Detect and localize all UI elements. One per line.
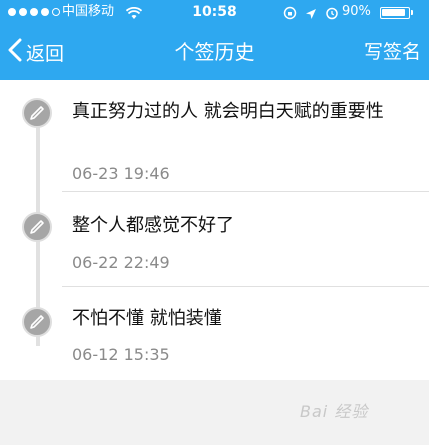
signature-date: 06-12 15:35 (72, 345, 170, 364)
battery-percent: 90% (342, 4, 371, 19)
chevron-left-icon (8, 38, 22, 66)
signature-date: 06-22 22:49 (72, 253, 170, 272)
signature-text: 真正努力过的人 就会明白天赋的重要性 (72, 101, 384, 122)
watermark: Bai 经验 (300, 402, 369, 421)
list-item[interactable]: 真正努力过的人 就会明白天赋的重要性 06-23 19:46 (0, 80, 429, 190)
signature-text: 不怕不懂 就怕装懂 (72, 308, 222, 329)
rotation-lock-icon (283, 5, 297, 29)
battery-icon (380, 7, 410, 19)
back-button[interactable]: 返回 (8, 34, 64, 70)
app-header: 中国移动 10:58 90% 返回 个签历史 写签名 (0, 0, 429, 80)
status-bar: 中国移动 10:58 90% (0, 0, 429, 24)
back-label: 返回 (26, 42, 65, 65)
signature-history-list: 真正努力过的人 就会明白天赋的重要性 06-23 19:46 整个人都感觉不好了… (0, 80, 429, 380)
signature-text: 整个人都感觉不好了 (72, 215, 234, 236)
list-item[interactable]: 不怕不懂 就怕装懂 06-12 15:35 (0, 287, 429, 380)
pen-icon (22, 98, 52, 128)
write-signature-button[interactable]: 写签名 (364, 34, 421, 70)
list-item[interactable]: 整个人都感觉不好了 06-22 22:49 (0, 192, 429, 286)
status-icons (283, 5, 339, 29)
pen-icon (22, 307, 52, 337)
signature-date: 06-23 19:46 (72, 164, 170, 183)
location-arrow-icon (305, 5, 317, 29)
alarm-clock-icon (325, 5, 339, 29)
pen-icon (22, 212, 52, 242)
